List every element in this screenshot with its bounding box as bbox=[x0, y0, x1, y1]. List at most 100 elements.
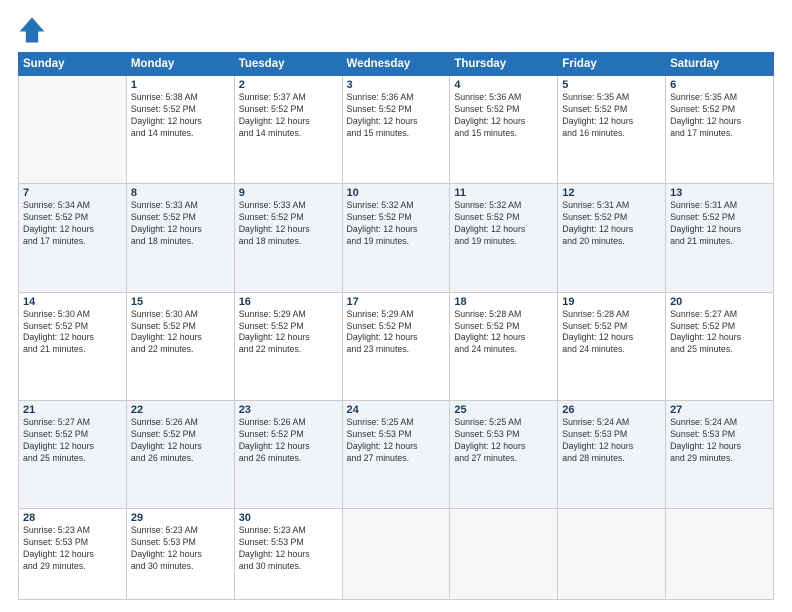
calendar-cell: 27Sunrise: 5:24 AM Sunset: 5:53 PM Dayli… bbox=[666, 401, 774, 509]
day-info: Sunrise: 5:27 AM Sunset: 5:52 PM Dayligh… bbox=[670, 309, 769, 357]
calendar-cell: 30Sunrise: 5:23 AM Sunset: 5:53 PM Dayli… bbox=[234, 509, 342, 600]
page: Sunday Monday Tuesday Wednesday Thursday… bbox=[0, 0, 792, 612]
day-info: Sunrise: 5:33 AM Sunset: 5:52 PM Dayligh… bbox=[239, 200, 338, 248]
day-info: Sunrise: 5:38 AM Sunset: 5:52 PM Dayligh… bbox=[131, 92, 230, 140]
calendar-cell: 24Sunrise: 5:25 AM Sunset: 5:53 PM Dayli… bbox=[342, 401, 450, 509]
calendar-cell: 16Sunrise: 5:29 AM Sunset: 5:52 PM Dayli… bbox=[234, 292, 342, 400]
calendar-cell bbox=[558, 509, 666, 600]
day-info: Sunrise: 5:36 AM Sunset: 5:52 PM Dayligh… bbox=[347, 92, 446, 140]
day-number: 23 bbox=[239, 404, 338, 416]
calendar-cell: 28Sunrise: 5:23 AM Sunset: 5:53 PM Dayli… bbox=[19, 509, 127, 600]
calendar-cell: 10Sunrise: 5:32 AM Sunset: 5:52 PM Dayli… bbox=[342, 184, 450, 292]
day-info: Sunrise: 5:31 AM Sunset: 5:52 PM Dayligh… bbox=[562, 200, 661, 248]
week-row-2: 7Sunrise: 5:34 AM Sunset: 5:52 PM Daylig… bbox=[19, 184, 774, 292]
calendar-cell: 9Sunrise: 5:33 AM Sunset: 5:52 PM Daylig… bbox=[234, 184, 342, 292]
day-number: 6 bbox=[670, 79, 769, 91]
day-info: Sunrise: 5:33 AM Sunset: 5:52 PM Dayligh… bbox=[131, 200, 230, 248]
calendar-cell: 3Sunrise: 5:36 AM Sunset: 5:52 PM Daylig… bbox=[342, 76, 450, 184]
weekday-header-row: Sunday Monday Tuesday Wednesday Thursday… bbox=[19, 53, 774, 76]
calendar-cell bbox=[450, 509, 558, 600]
col-monday: Monday bbox=[126, 53, 234, 76]
calendar-table: Sunday Monday Tuesday Wednesday Thursday… bbox=[18, 52, 774, 600]
logo bbox=[18, 16, 50, 44]
col-tuesday: Tuesday bbox=[234, 53, 342, 76]
day-number: 10 bbox=[347, 187, 446, 199]
day-number: 14 bbox=[23, 296, 122, 308]
day-number: 15 bbox=[131, 296, 230, 308]
calendar-cell: 6Sunrise: 5:35 AM Sunset: 5:52 PM Daylig… bbox=[666, 76, 774, 184]
day-info: Sunrise: 5:23 AM Sunset: 5:53 PM Dayligh… bbox=[23, 525, 122, 573]
calendar-cell: 14Sunrise: 5:30 AM Sunset: 5:52 PM Dayli… bbox=[19, 292, 127, 400]
day-number: 25 bbox=[454, 404, 553, 416]
day-number: 3 bbox=[347, 79, 446, 91]
day-info: Sunrise: 5:35 AM Sunset: 5:52 PM Dayligh… bbox=[670, 92, 769, 140]
week-row-4: 21Sunrise: 5:27 AM Sunset: 5:52 PM Dayli… bbox=[19, 401, 774, 509]
day-number: 21 bbox=[23, 404, 122, 416]
day-number: 13 bbox=[670, 187, 769, 199]
calendar-cell: 12Sunrise: 5:31 AM Sunset: 5:52 PM Dayli… bbox=[558, 184, 666, 292]
day-info: Sunrise: 5:35 AM Sunset: 5:52 PM Dayligh… bbox=[562, 92, 661, 140]
day-number: 19 bbox=[562, 296, 661, 308]
day-number: 20 bbox=[670, 296, 769, 308]
day-number: 16 bbox=[239, 296, 338, 308]
day-info: Sunrise: 5:27 AM Sunset: 5:52 PM Dayligh… bbox=[23, 417, 122, 465]
calendar-cell: 4Sunrise: 5:36 AM Sunset: 5:52 PM Daylig… bbox=[450, 76, 558, 184]
calendar-cell: 19Sunrise: 5:28 AM Sunset: 5:52 PM Dayli… bbox=[558, 292, 666, 400]
week-row-1: 1Sunrise: 5:38 AM Sunset: 5:52 PM Daylig… bbox=[19, 76, 774, 184]
day-number: 30 bbox=[239, 512, 338, 524]
day-number: 4 bbox=[454, 79, 553, 91]
day-number: 2 bbox=[239, 79, 338, 91]
calendar-cell bbox=[666, 509, 774, 600]
calendar-cell: 23Sunrise: 5:26 AM Sunset: 5:52 PM Dayli… bbox=[234, 401, 342, 509]
day-number: 18 bbox=[454, 296, 553, 308]
day-info: Sunrise: 5:26 AM Sunset: 5:52 PM Dayligh… bbox=[239, 417, 338, 465]
day-number: 27 bbox=[670, 404, 769, 416]
calendar-cell bbox=[342, 509, 450, 600]
day-info: Sunrise: 5:29 AM Sunset: 5:52 PM Dayligh… bbox=[347, 309, 446, 357]
calendar-cell: 15Sunrise: 5:30 AM Sunset: 5:52 PM Dayli… bbox=[126, 292, 234, 400]
day-info: Sunrise: 5:24 AM Sunset: 5:53 PM Dayligh… bbox=[562, 417, 661, 465]
day-number: 11 bbox=[454, 187, 553, 199]
day-info: Sunrise: 5:26 AM Sunset: 5:52 PM Dayligh… bbox=[131, 417, 230, 465]
day-info: Sunrise: 5:36 AM Sunset: 5:52 PM Dayligh… bbox=[454, 92, 553, 140]
calendar-cell: 13Sunrise: 5:31 AM Sunset: 5:52 PM Dayli… bbox=[666, 184, 774, 292]
day-number: 22 bbox=[131, 404, 230, 416]
calendar-cell: 1Sunrise: 5:38 AM Sunset: 5:52 PM Daylig… bbox=[126, 76, 234, 184]
calendar-cell bbox=[19, 76, 127, 184]
calendar-cell: 8Sunrise: 5:33 AM Sunset: 5:52 PM Daylig… bbox=[126, 184, 234, 292]
day-number: 5 bbox=[562, 79, 661, 91]
day-info: Sunrise: 5:30 AM Sunset: 5:52 PM Dayligh… bbox=[23, 309, 122, 357]
day-number: 28 bbox=[23, 512, 122, 524]
calendar-cell: 18Sunrise: 5:28 AM Sunset: 5:52 PM Dayli… bbox=[450, 292, 558, 400]
day-info: Sunrise: 5:28 AM Sunset: 5:52 PM Dayligh… bbox=[454, 309, 553, 357]
col-wednesday: Wednesday bbox=[342, 53, 450, 76]
day-number: 1 bbox=[131, 79, 230, 91]
day-info: Sunrise: 5:23 AM Sunset: 5:53 PM Dayligh… bbox=[131, 525, 230, 573]
calendar-cell: 21Sunrise: 5:27 AM Sunset: 5:52 PM Dayli… bbox=[19, 401, 127, 509]
calendar-cell: 2Sunrise: 5:37 AM Sunset: 5:52 PM Daylig… bbox=[234, 76, 342, 184]
calendar-cell: 29Sunrise: 5:23 AM Sunset: 5:53 PM Dayli… bbox=[126, 509, 234, 600]
calendar-cell: 5Sunrise: 5:35 AM Sunset: 5:52 PM Daylig… bbox=[558, 76, 666, 184]
logo-icon bbox=[18, 16, 46, 44]
week-row-3: 14Sunrise: 5:30 AM Sunset: 5:52 PM Dayli… bbox=[19, 292, 774, 400]
header bbox=[18, 16, 774, 44]
day-info: Sunrise: 5:28 AM Sunset: 5:52 PM Dayligh… bbox=[562, 309, 661, 357]
day-number: 9 bbox=[239, 187, 338, 199]
day-info: Sunrise: 5:31 AM Sunset: 5:52 PM Dayligh… bbox=[670, 200, 769, 248]
calendar-cell: 20Sunrise: 5:27 AM Sunset: 5:52 PM Dayli… bbox=[666, 292, 774, 400]
calendar-cell: 26Sunrise: 5:24 AM Sunset: 5:53 PM Dayli… bbox=[558, 401, 666, 509]
day-number: 29 bbox=[131, 512, 230, 524]
day-info: Sunrise: 5:25 AM Sunset: 5:53 PM Dayligh… bbox=[347, 417, 446, 465]
calendar-cell: 25Sunrise: 5:25 AM Sunset: 5:53 PM Dayli… bbox=[450, 401, 558, 509]
calendar-cell: 7Sunrise: 5:34 AM Sunset: 5:52 PM Daylig… bbox=[19, 184, 127, 292]
calendar-cell: 22Sunrise: 5:26 AM Sunset: 5:52 PM Dayli… bbox=[126, 401, 234, 509]
day-number: 26 bbox=[562, 404, 661, 416]
col-sunday: Sunday bbox=[19, 53, 127, 76]
day-info: Sunrise: 5:37 AM Sunset: 5:52 PM Dayligh… bbox=[239, 92, 338, 140]
day-number: 8 bbox=[131, 187, 230, 199]
day-info: Sunrise: 5:25 AM Sunset: 5:53 PM Dayligh… bbox=[454, 417, 553, 465]
day-info: Sunrise: 5:34 AM Sunset: 5:52 PM Dayligh… bbox=[23, 200, 122, 248]
col-friday: Friday bbox=[558, 53, 666, 76]
day-number: 24 bbox=[347, 404, 446, 416]
day-info: Sunrise: 5:29 AM Sunset: 5:52 PM Dayligh… bbox=[239, 309, 338, 357]
